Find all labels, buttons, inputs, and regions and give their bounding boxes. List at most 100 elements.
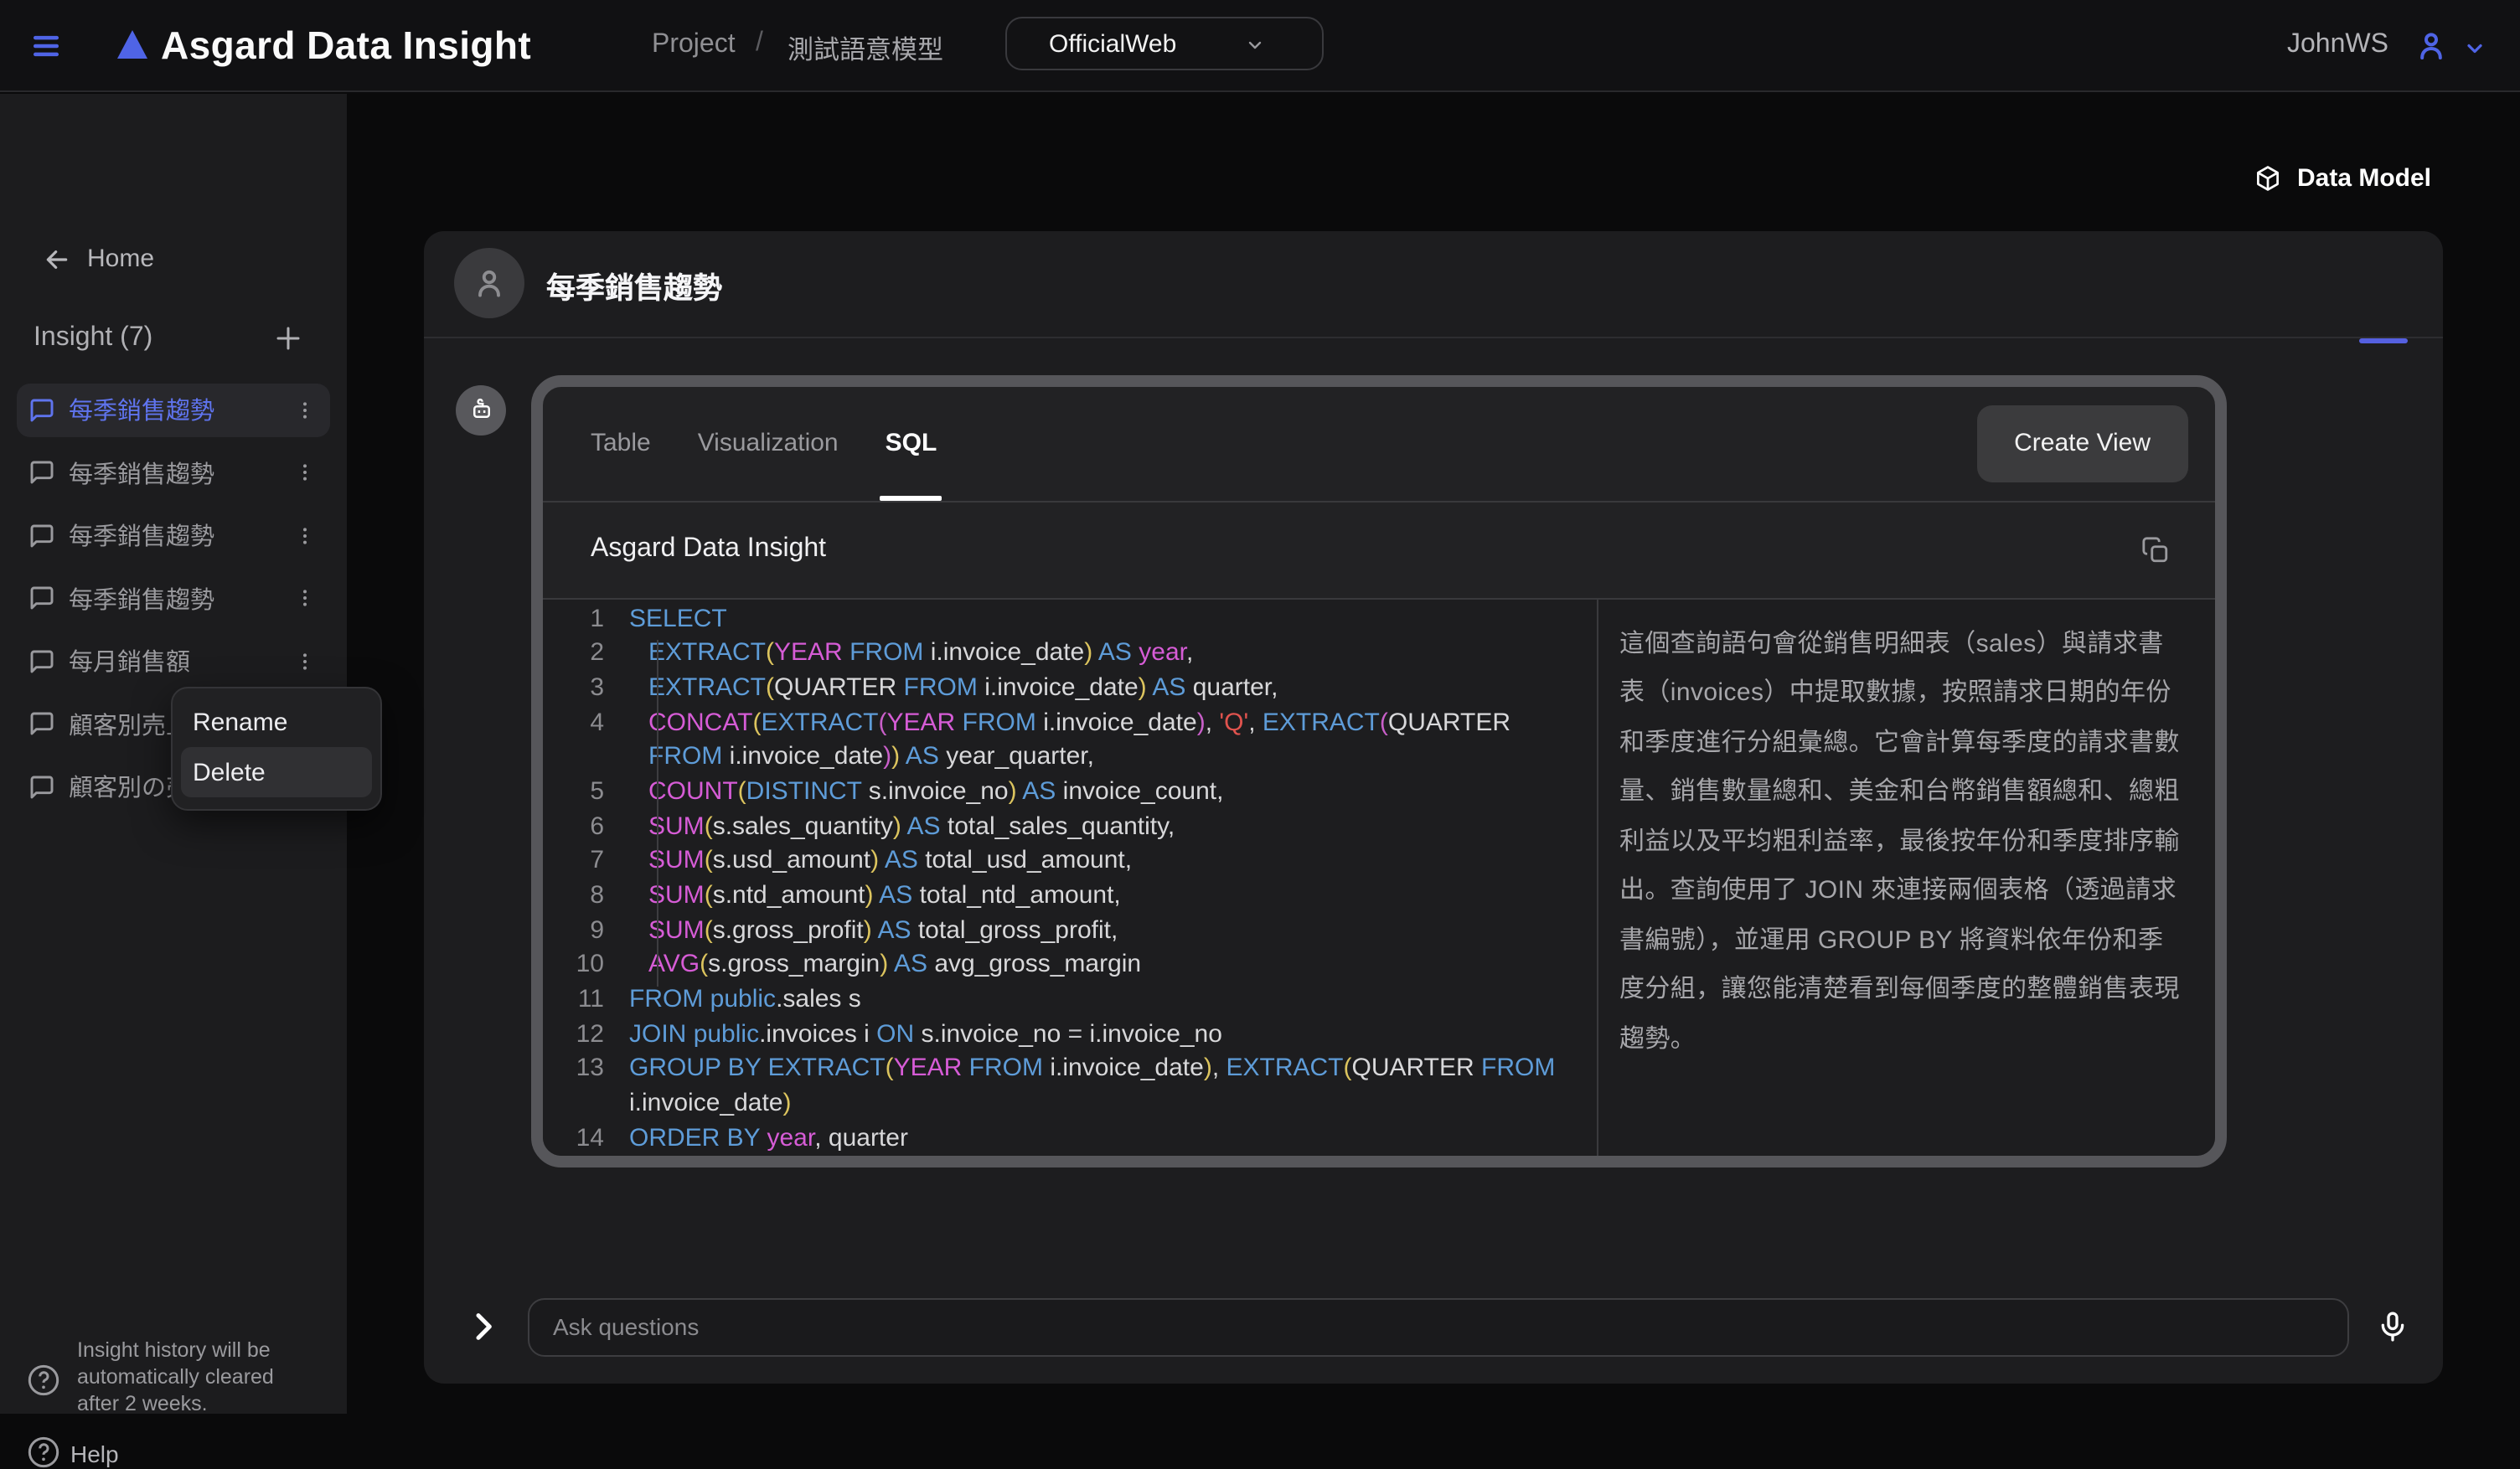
line-content: FROM i.invoice_date)) AS year_quarter, [629,741,1094,776]
create-view-button[interactable]: Create View [1977,405,2187,482]
chat-bubble-icon [28,523,55,549]
app-title: Asgard Data Insight [161,23,531,69]
line-number: 3 [542,672,629,706]
help-icon[interactable] [27,1435,60,1469]
sql-code-line: 2EXTRACT(YEAR FROM i.invoice_date) AS ye… [542,637,1596,671]
insight-section-header: Insight (7) [34,323,152,353]
sql-code-line: 11FROM public.sales s [542,983,1596,1018]
sql-code-line: 12JOIN public.invoices i ON s.invoice_no… [542,1018,1596,1053]
microphone-icon[interactable] [2376,1309,2409,1343]
indent-guide [656,639,658,986]
sql-code-line: FROM i.invoice_date)) AS year_quarter, [542,741,1596,776]
sql-code-line: 8SUM(s.ntd_amount) AS total_ntd_amount, [542,879,1596,914]
breadcrumb-project[interactable]: Project [652,30,736,60]
line-content: COUNT(DISTINCT s.invoice_no) AS invoice_… [629,776,1223,810]
tabs-row: Table Visualization SQL Create View [542,386,2214,500]
sql-code-editor[interactable]: 1SELECT2EXTRACT(YEAR FROM i.invoice_date… [542,599,1596,1155]
sql-code-line: 5COUNT(DISTINCT s.invoice_no) AS invoice… [542,776,1596,810]
kebab-menu-icon[interactable] [293,524,317,548]
line-content: AVG(s.gross_margin) AS avg_gross_margin [629,949,1141,983]
kebab-menu-icon[interactable] [293,587,317,611]
scroll-indicator [2359,338,2408,343]
line-content: SUM(s.sales_quantity) AS total_sales_qua… [629,810,1175,844]
line-number: 14 [542,1122,629,1155]
kebab-menu-icon[interactable] [293,650,317,673]
sidebar-insight-item[interactable]: 每季銷售趨勢 [17,384,330,436]
insight-item-label: 每季銷售趨勢 [69,518,293,554]
sql-code-line: 4CONCAT(EXTRACT(YEAR FROM i.invoice_date… [542,706,1596,740]
tab-visualization[interactable]: Visualization [698,386,839,500]
insight-item-label: 每季銷售趨勢 [69,456,293,491]
data-model-button[interactable]: Data Model [2254,164,2431,193]
sidebar-insight-item[interactable]: 每季銷售趨勢 [17,509,330,562]
breadcrumb-model[interactable]: 測試語意模型 [788,30,943,67]
line-content: SELECT [629,602,727,637]
sidebar-insight-item[interactable]: 每月銷售額 [17,635,330,688]
line-content: SUM(s.ntd_amount) AS total_ntd_amount, [629,879,1121,914]
sidebar-insight-item[interactable]: 每季銷售趨勢 [17,572,330,625]
line-content: CONCAT(EXTRACT(YEAR FROM i.invoice_date)… [629,706,1510,740]
user-avatar-icon[interactable] [2414,28,2448,62]
line-number: 1 [542,602,629,637]
sidebar-home-button[interactable]: Home [44,245,154,273]
sidebar-home-label: Home [87,245,154,273]
chat-bubble-icon [28,711,55,738]
brand-triangle-logo [117,30,147,59]
sql-code-line: 13GROUP BY EXTRACT(YEAR FROM i.invoice_d… [542,1053,1596,1087]
chat-bubble-icon [28,397,55,424]
sidebar: Home Insight (7) 每季銷售趨勢每季銷售趨勢每季銷售趨勢每季銷售趨… [0,94,347,1414]
tab-sql[interactable]: SQL [886,386,937,500]
chat-bubble-icon [28,460,55,487]
info-question-icon [27,1363,60,1397]
copy-icon[interactable] [2140,535,2169,564]
collapse-sidebar-chevron-icon[interactable] [466,1309,499,1343]
result-card: Table Visualization SQL Create View Asga… [530,374,2226,1167]
workspace-selected-value: OfficialWeb [1049,29,1176,58]
sql-explanation: 這個查詢語句會從銷售明細表（sales）與請求書表（invoices）中提取數據… [1598,599,2214,1155]
cube-icon [2254,164,2282,193]
sql-code-line: 9SUM(s.gross_profit) AS total_gross_prof… [542,914,1596,948]
tab-table[interactable]: Table [591,386,651,500]
line-number: 10 [542,949,629,983]
back-arrow-icon [44,245,70,272]
user-menu-chevron-icon[interactable] [2463,37,2486,60]
insight-context-menu: Rename Delete [171,687,382,811]
header-divider [424,336,2443,338]
insight-item-label: 每月銷售額 [69,644,293,679]
hamburger-menu-icon[interactable] [32,32,60,60]
breadcrumb-separator: / [756,28,763,59]
data-model-label: Data Model [2297,164,2431,193]
chevron-down-icon [1245,35,1265,55]
history-note: Insight history will be automatically cl… [77,1337,285,1417]
card-title: Asgard Data Insight [591,534,826,564]
workspace-select[interactable]: OfficialWeb [1005,17,1324,70]
line-number: 4 [542,706,629,740]
sql-code-line: 6SUM(s.sales_quantity) AS total_sales_qu… [542,810,1596,844]
sql-code-line: 7SUM(s.usd_amount) AS total_usd_amount, [542,845,1596,879]
message-title: 每季銷售趨勢 [546,265,722,307]
line-content: i.invoice_date) [629,1087,791,1121]
card-header: Asgard Data Insight [542,502,2214,597]
line-content: SUM(s.gross_profit) AS total_gross_profi… [629,914,1118,948]
user-message-avatar [454,247,524,317]
chat-bubble-icon [28,585,55,612]
kebab-menu-icon[interactable] [293,461,317,485]
line-content: SUM(s.usd_amount) AS total_usd_amount, [629,845,1132,879]
sidebar-insight-item[interactable]: 每季銷售趨勢 [17,446,330,499]
line-number [542,1087,629,1121]
sql-code-line: 14ORDER BY year, quarter [542,1122,1596,1155]
context-menu-rename[interactable]: Rename [181,697,372,747]
app-root: Asgard Data Insight Project / 測試語意模型 Off… [0,0,2520,1414]
chat-bubble-icon [28,648,55,675]
context-menu-delete[interactable]: Delete [181,747,372,797]
top-bar: Asgard Data Insight Project / 測試語意模型 Off… [0,0,2520,92]
line-content: EXTRACT(QUARTER FROM i.invoice_date) AS … [629,672,1278,706]
kebab-menu-icon[interactable] [293,399,317,422]
line-number: 8 [542,879,629,914]
conversation-panel: 每季銷售趨勢 Table Visualization SQL Create Vi… [424,230,2443,1383]
add-insight-button[interactable] [273,323,303,353]
help-label[interactable]: Help [70,1441,119,1467]
assistant-avatar [456,384,506,435]
ask-questions-input[interactable] [528,1297,2349,1356]
sql-code-line: 10AVG(s.gross_margin) AS avg_gross_margi… [542,949,1596,983]
